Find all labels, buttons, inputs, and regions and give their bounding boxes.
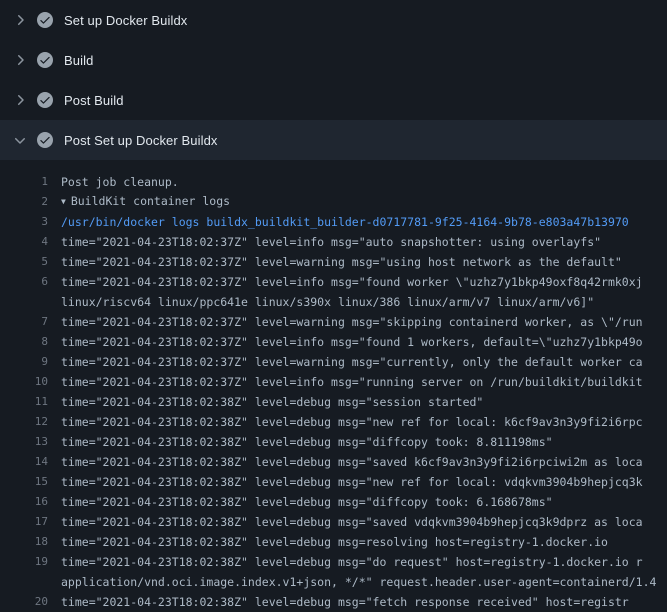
log-viewer: 1 Post job cleanup. 2 ▼BuildKit containe… xyxy=(0,160,667,612)
step-label: Post Build xyxy=(64,93,124,108)
group-toggle-icon[interactable]: ▼ xyxy=(61,192,66,212)
log-line-number[interactable]: 5 xyxy=(0,252,48,272)
check-circle-icon xyxy=(37,132,53,148)
log-line-text: time="2021-04-23T18:02:38Z" level=debug … xyxy=(48,552,667,572)
log-line-text: time="2021-04-23T18:02:37Z" level=warnin… xyxy=(48,252,667,272)
log-line-text: time="2021-04-23T18:02:37Z" level=info m… xyxy=(48,372,667,392)
log-line-number[interactable]: 20 xyxy=(0,592,48,612)
check-circle-icon xyxy=(37,12,53,28)
log-line-text: time="2021-04-23T18:02:38Z" level=debug … xyxy=(48,452,667,472)
log-line: 16 time="2021-04-23T18:02:38Z" level=deb… xyxy=(0,492,667,512)
log-line-text: time="2021-04-23T18:02:38Z" level=debug … xyxy=(48,432,667,452)
log-line: 19 time="2021-04-23T18:02:38Z" level=deb… xyxy=(0,552,667,572)
log-line: 3 /usr/bin/docker logs buildx_buildkit_b… xyxy=(0,212,667,232)
chevron-right-icon xyxy=(12,92,28,108)
log-line: 6 time="2021-04-23T18:02:37Z" level=info… xyxy=(0,272,667,292)
log-line-text: time="2021-04-23T18:02:38Z" level=debug … xyxy=(48,532,667,552)
log-line: 2 ▼BuildKit container logs xyxy=(0,192,667,212)
step-label: Post Set up Docker Buildx xyxy=(64,133,218,148)
check-circle-icon xyxy=(37,92,53,108)
log-line-number[interactable]: 19 xyxy=(0,552,48,572)
log-line: 14 time="2021-04-23T18:02:38Z" level=deb… xyxy=(0,452,667,472)
log-line-text: time="2021-04-23T18:02:38Z" level=debug … xyxy=(48,492,667,512)
log-line: 17 time="2021-04-23T18:02:38Z" level=deb… xyxy=(0,512,667,532)
log-line-number[interactable]: 4 xyxy=(0,232,48,252)
log-line-number[interactable]: 6 xyxy=(0,272,48,292)
log-line-number[interactable]: 9 xyxy=(0,352,48,372)
step-row-post-setup-docker-buildx[interactable]: Post Set up Docker Buildx xyxy=(0,120,667,160)
log-line: 1 Post job cleanup. xyxy=(0,172,667,192)
log-line-number[interactable]: 12 xyxy=(0,412,48,432)
log-line-number[interactable]: 10 xyxy=(0,372,48,392)
log-line: 12 time="2021-04-23T18:02:38Z" level=deb… xyxy=(0,412,667,432)
log-line: 11 time="2021-04-23T18:02:38Z" level=deb… xyxy=(0,392,667,412)
log-line-number[interactable]: 1 xyxy=(0,172,48,192)
log-line: 8 time="2021-04-23T18:02:37Z" level=info… xyxy=(0,332,667,352)
log-line: 9 time="2021-04-23T18:02:37Z" level=warn… xyxy=(0,352,667,372)
log-line-text: time="2021-04-23T18:02:37Z" level=info m… xyxy=(48,232,667,252)
steps-list: Set up Docker Buildx Build Post Build Po… xyxy=(0,0,667,160)
log-line-number[interactable]: 3 xyxy=(0,212,48,232)
log-line: 5 time="2021-04-23T18:02:37Z" level=warn… xyxy=(0,252,667,272)
log-line: 4 time="2021-04-23T18:02:37Z" level=info… xyxy=(0,232,667,252)
log-line-number[interactable]: 11 xyxy=(0,392,48,412)
log-line: 7 time="2021-04-23T18:02:37Z" level=warn… xyxy=(0,312,667,332)
log-line-text: application/vnd.oci.image.index.v1+json,… xyxy=(48,572,667,592)
log-line-number[interactable]: 16 xyxy=(0,492,48,512)
log-line-text: time="2021-04-23T18:02:38Z" level=debug … xyxy=(48,412,667,432)
step-label: Build xyxy=(64,53,93,68)
log-line: 10 time="2021-04-23T18:02:37Z" level=inf… xyxy=(0,372,667,392)
log-line-number[interactable]: 13 xyxy=(0,432,48,452)
log-line: 15 time="2021-04-23T18:02:38Z" level=deb… xyxy=(0,472,667,492)
log-line: 18 time="2021-04-23T18:02:38Z" level=deb… xyxy=(0,532,667,552)
log-line-text: time="2021-04-23T18:02:38Z" level=debug … xyxy=(48,392,667,412)
log-line: 20 time="2021-04-23T18:02:38Z" level=deb… xyxy=(0,592,667,612)
chevron-right-icon xyxy=(12,12,28,28)
step-row-post-build[interactable]: Post Build xyxy=(0,80,667,120)
log-line-text: time="2021-04-23T18:02:37Z" level=warnin… xyxy=(48,352,667,372)
log-line-text: Post job cleanup. xyxy=(48,172,667,192)
log-line-text: time="2021-04-23T18:02:38Z" level=debug … xyxy=(48,472,667,492)
step-row-build[interactable]: Build xyxy=(0,40,667,80)
log-line-number[interactable]: 14 xyxy=(0,452,48,472)
log-line-number[interactable]: 17 xyxy=(0,512,48,532)
log-lines: 1 Post job cleanup. 2 ▼BuildKit containe… xyxy=(0,172,667,612)
log-line: 13 time="2021-04-23T18:02:38Z" level=deb… xyxy=(0,432,667,452)
log-line-number[interactable]: 15 xyxy=(0,472,48,492)
log-line-text: /usr/bin/docker logs buildx_buildkit_bui… xyxy=(48,212,667,232)
log-line-text: time="2021-04-23T18:02:37Z" level=info m… xyxy=(48,272,667,292)
log-line-number[interactable]: 18 xyxy=(0,532,48,552)
log-line-number[interactable]: 7 xyxy=(0,312,48,332)
log-line-text: time="2021-04-23T18:02:38Z" level=debug … xyxy=(48,592,667,612)
log-line: linux/riscv64 linux/ppc641e linux/s390x … xyxy=(0,292,667,312)
chevron-right-icon xyxy=(12,52,28,68)
log-line-text: time="2021-04-23T18:02:37Z" level=warnin… xyxy=(48,312,667,332)
log-line-text: time="2021-04-23T18:02:38Z" level=debug … xyxy=(48,512,667,532)
chevron-down-icon xyxy=(12,132,28,148)
log-line-text: linux/riscv64 linux/ppc641e linux/s390x … xyxy=(48,292,667,312)
log-line-number[interactable]: 2 xyxy=(0,192,48,212)
log-line-number[interactable]: 8 xyxy=(0,332,48,352)
log-line-text: ▼BuildKit container logs xyxy=(48,191,667,213)
check-circle-icon xyxy=(37,52,53,68)
log-line-text: time="2021-04-23T18:02:37Z" level=info m… xyxy=(48,332,667,352)
log-line: application/vnd.oci.image.index.v1+json,… xyxy=(0,572,667,592)
step-row-setup-docker-buildx[interactable]: Set up Docker Buildx xyxy=(0,0,667,40)
step-label: Set up Docker Buildx xyxy=(64,13,187,28)
